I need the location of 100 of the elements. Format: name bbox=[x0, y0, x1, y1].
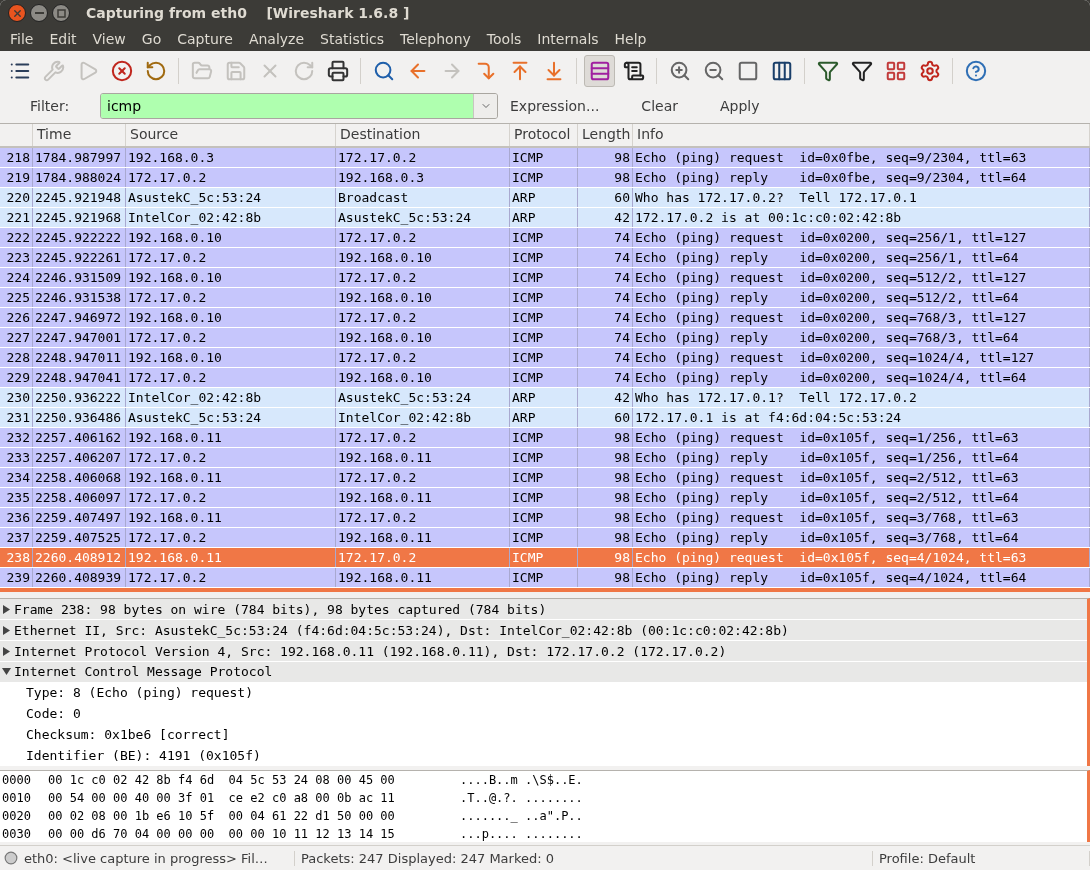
packet-row[interactable]: 221 2245.921968 IntelCor_02:42:8b AsustekC_5c:53:24 ARP 42 172.17.0.2 is at 00:1c:c0:02:42:8b bbox=[0, 208, 1090, 229]
table-cell: Echo (ping) reply id=0x105f, seq=3/768, ttl=64 bbox=[633, 528, 1090, 548]
table-cell: 172.17.0.2 bbox=[126, 528, 336, 548]
packet-row[interactable]: 220 2245.921948 AsustekC_5c:53:24 Broadcast ARP 60 Who has 172.17.0.2? Tell 172.17.0.1 bbox=[0, 188, 1090, 209]
minimize-button[interactable] bbox=[30, 4, 48, 23]
packet-row[interactable]: 225 2246.931538 172.17.0.2 192.168.0.10 ICMP 74 Echo (ping) reply id=0x0200, seq=512/2, ttl=64 bbox=[0, 288, 1090, 309]
packet-row[interactable]: 228 2248.947011 192.168.0.10 172.17.0.2 ICMP 74 Echo (ping) request id=0x0200, seq=1024/4, ttl=127 bbox=[0, 348, 1090, 369]
menu-item[interactable]: Help bbox=[606, 30, 655, 47]
menu-item[interactable]: Statistics bbox=[312, 30, 393, 47]
maximize-button[interactable] bbox=[52, 4, 70, 23]
table-cell: 60 bbox=[578, 188, 633, 208]
filter-button[interactable]: Apply bbox=[714, 93, 766, 118]
packet-row[interactable]: 227 2247.947001 172.17.0.2 192.168.0.10 ICMP 74 Echo (ping) reply id=0x0200, seq=768/3, ttl=64 bbox=[0, 328, 1090, 349]
table-cell: 1784.988024 bbox=[33, 168, 126, 188]
packet-row[interactable]: 231 2250.936486 AsustekC_5c:53:24 IntelCor_02:42:8b ARP 60 172.17.0.1 is at f4:6d:04:5c:53:24 bbox=[0, 408, 1090, 429]
packet-row[interactable]: 230 2250.936222 IntelCor_02:42:8b AsustekC_5c:53:24 ARP 42 Who has 172.17.0.1? Tell 172.17.0.2 bbox=[0, 388, 1090, 409]
table-cell: Echo (ping) request id=0x105f, seq=4/1024, ttl=63 bbox=[633, 548, 1090, 568]
table-cell: 235 bbox=[0, 488, 33, 508]
menu-item[interactable]: Go bbox=[133, 30, 170, 47]
table-cell: 236 bbox=[0, 508, 33, 528]
square-icon bbox=[736, 59, 759, 82]
menu-item[interactable]: File bbox=[2, 30, 42, 47]
table-cell: 192.168.0.11 bbox=[126, 468, 336, 488]
table-cell: 192.168.0.11 bbox=[336, 448, 510, 468]
table-cell: ICMP bbox=[510, 568, 578, 588]
packet-row[interactable]: 235 2258.406097 172.17.0.2 192.168.0.11 ICMP 98 Echo (ping) reply id=0x105f, seq=2/512, ttl=64 bbox=[0, 488, 1090, 509]
table-cell: 238 bbox=[0, 548, 33, 568]
column-header[interactable]: Protocol bbox=[510, 124, 578, 147]
maximize-icon bbox=[56, 8, 66, 18]
column-header[interactable]: Source bbox=[126, 124, 336, 147]
tree-item[interactable]: Identifier (BE): 4191 (0x105f) bbox=[26, 747, 261, 763]
table-cell: 2247.947001 bbox=[33, 328, 126, 348]
table-cell: 192.168.0.10 bbox=[126, 308, 336, 328]
table-cell: 2246.931509 bbox=[33, 268, 126, 288]
column-header[interactable]: Time bbox=[33, 124, 126, 147]
table-cell: 237 bbox=[0, 528, 33, 548]
table-cell: 192.168.0.10 bbox=[336, 368, 510, 388]
table-cell: Echo (ping) request id=0x105f, seq=3/768, ttl=63 bbox=[633, 508, 1090, 528]
menu-item[interactable]: View bbox=[84, 30, 134, 47]
filter-label: Filter: bbox=[30, 97, 71, 114]
window-title: Capturing from eth0 [Wireshark 1.6.8 ] bbox=[86, 5, 410, 22]
packet-row[interactable]: 239 2260.408939 172.17.0.2 192.168.0.11 ICMP 98 Echo (ping) reply id=0x105f, seq=4/1024, ttl=64 bbox=[0, 568, 1090, 589]
hex-bytes: 00 02 08 00 1b e6 10 5f 00 04 61 22 d1 50 00 00 bbox=[47, 808, 396, 823]
packet-row[interactable]: 232 2257.406162 192.168.0.11 172.17.0.2 ICMP 98 Echo (ping) request id=0x105f, seq=1/256, ttl=63 bbox=[0, 428, 1090, 449]
hex-bytes: 00 1c c0 02 42 8b f4 6d 04 5c 53 24 08 00 45 00 bbox=[47, 772, 396, 787]
packet-row[interactable]: 219 1784.988024 172.17.0.2 192.168.0.3 ICMP 98 Echo (ping) reply id=0x0fbe, seq=9/2304, ttl=64 bbox=[0, 168, 1090, 189]
packet-row[interactable]: 237 2259.407525 172.17.0.2 192.168.0.11 ICMP 98 Echo (ping) reply id=0x105f, seq=3/768, ttl=64 bbox=[0, 528, 1090, 549]
tree-item[interactable]: Type: 8 (Echo (ping) request) bbox=[26, 685, 253, 701]
table-cell: 74 bbox=[578, 368, 633, 388]
menu-item[interactable]: Tools bbox=[478, 30, 530, 47]
table-cell: 74 bbox=[578, 248, 633, 268]
menu-item[interactable]: Edit bbox=[41, 30, 85, 47]
table-cell: ICMP bbox=[510, 148, 578, 168]
table-cell: 192.168.0.3 bbox=[126, 148, 336, 168]
packet-row[interactable]: 218 1784.987997 192.168.0.3 172.17.0.2 ICMP 98 Echo (ping) request id=0x0fbe, seq=9/2304, ttl=63 bbox=[0, 148, 1090, 169]
packet-row[interactable]: 223 2245.922261 172.17.0.2 192.168.0.10 ICMP 74 Echo (ping) reply id=0x0200, seq=256/1, ttl=64 bbox=[0, 248, 1090, 269]
table-cell: 42 bbox=[578, 208, 633, 228]
table-cell: 192.168.0.11 bbox=[126, 428, 336, 448]
table-cell: Echo (ping) request id=0x0200, seq=512/2, ttl=127 bbox=[633, 268, 1090, 288]
table-cell: 172.17.0.2 bbox=[336, 228, 510, 248]
tree-item[interactable]: Checksum: 0x1be6 [correct] bbox=[26, 726, 230, 742]
table-cell: 220 bbox=[0, 188, 33, 208]
table-cell: ICMP bbox=[510, 248, 578, 268]
tree-item[interactable]: Internet Control Message Protocol bbox=[14, 664, 273, 680]
collapsed-triangle-icon[interactable] bbox=[2, 604, 11, 614]
hex-bytes: 00 54 00 00 40 00 3f 01 ce e2 c0 a8 00 0b ac 11 bbox=[47, 790, 396, 805]
filter-button[interactable]: Expression... bbox=[504, 93, 606, 118]
column-header[interactable]: Info bbox=[633, 124, 1090, 147]
table-cell: 2248.947011 bbox=[33, 348, 126, 368]
expanded-triangle-icon[interactable] bbox=[2, 667, 11, 677]
table-cell: IntelCor_02:42:8b bbox=[336, 408, 510, 428]
settings-icon bbox=[918, 59, 941, 82]
packet-row[interactable]: 224 2246.931509 192.168.0.10 172.17.0.2 ICMP 74 Echo (ping) request id=0x0200, seq=512/2, ttl=127 bbox=[0, 268, 1090, 289]
minimize-icon bbox=[34, 12, 44, 15]
packet-row[interactable]: 226 2247.946972 192.168.0.10 172.17.0.2 ICMP 74 Echo (ping) request id=0x0200, seq=768/3, ttl=127 bbox=[0, 308, 1090, 329]
menu-item[interactable]: Telephony bbox=[392, 30, 479, 47]
menu-item[interactable]: Analyze bbox=[240, 30, 313, 47]
packet-row[interactable]: 234 2258.406068 192.168.0.11 172.17.0.2 ICMP 98 Echo (ping) request id=0x105f, seq=2/512, ttl=63 bbox=[0, 468, 1090, 489]
table-cell: ICMP bbox=[510, 168, 578, 188]
packet-row[interactable]: 222 2245.922222 192.168.0.10 172.17.0.2 ICMP 74 Echo (ping) request id=0x0200, seq=256/1, ttl=127 bbox=[0, 228, 1090, 249]
collapsed-triangle-icon[interactable] bbox=[2, 625, 11, 635]
packet-row[interactable]: 236 2259.407497 192.168.0.11 172.17.0.2 ICMP 98 Echo (ping) request id=0x105f, seq=3/768, ttl=63 bbox=[0, 508, 1090, 529]
packet-row[interactable]: 233 2257.406207 172.17.0.2 192.168.0.11 ICMP 98 Echo (ping) reply id=0x105f, seq=1/256, ttl=64 bbox=[0, 448, 1090, 469]
packet-row[interactable]: 229 2248.947041 172.17.0.2 192.168.0.10 ICMP 74 Echo (ping) reply id=0x0200, seq=1024/4, ttl=64 bbox=[0, 368, 1090, 389]
filter-button[interactable]: Clear bbox=[635, 93, 684, 118]
table-cell: 192.168.0.10 bbox=[336, 328, 510, 348]
menu-item[interactable]: Capture bbox=[169, 30, 241, 47]
tree-item[interactable]: Code: 0 bbox=[26, 705, 81, 721]
close-button[interactable] bbox=[8, 4, 26, 23]
hex-bytes: 00 00 d6 70 04 00 00 00 00 00 10 11 12 13 14 15 bbox=[47, 826, 396, 841]
table-cell: ICMP bbox=[510, 228, 578, 248]
column-header[interactable]: Length bbox=[578, 124, 633, 147]
table-cell: 98 bbox=[578, 428, 633, 448]
column-header[interactable]: Destination bbox=[336, 124, 510, 147]
collapsed-triangle-icon[interactable] bbox=[2, 646, 11, 656]
menu-item[interactable]: Internals bbox=[529, 30, 607, 47]
status-text: Packets: 247 Displayed: 247 Marked: 0 bbox=[295, 850, 873, 866]
table-cell: Echo (ping) reply id=0x105f, seq=2/512, ttl=64 bbox=[633, 488, 1090, 508]
table-cell: ICMP bbox=[510, 308, 578, 328]
table-cell: Echo (ping) request id=0x0200, seq=1024/4, ttl=127 bbox=[633, 348, 1090, 368]
